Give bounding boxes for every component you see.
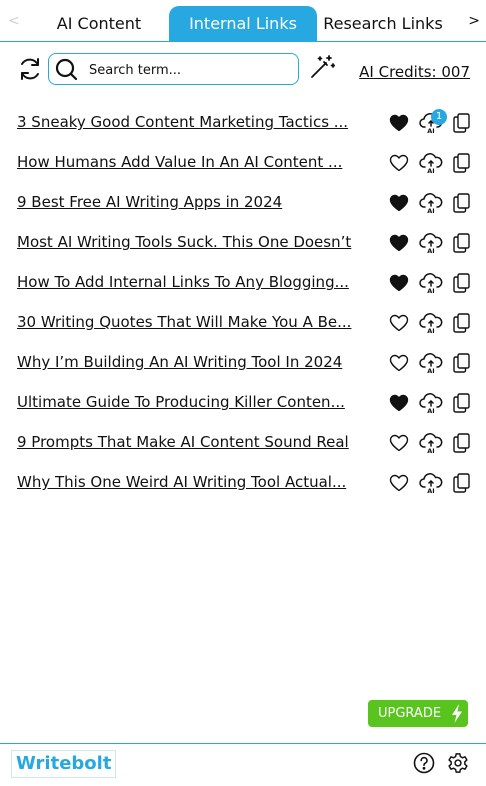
search-box	[48, 53, 299, 85]
notification-badge: 1	[431, 109, 447, 125]
writebolt-logo: Writebolt	[11, 750, 117, 778]
link-title[interactable]: 9 Prompts That Make AI Content Sound Rea…	[17, 433, 367, 451]
heart-icon[interactable]	[389, 234, 409, 252]
copy-icon[interactable]	[453, 473, 470, 493]
copy-icon[interactable]	[453, 433, 470, 453]
ai-cloud-upload-icon[interactable]: AI	[419, 432, 443, 454]
link-title[interactable]: Why I’m Building An AI Writing Tool In 2…	[17, 353, 367, 371]
svg-text:AI: AI	[427, 487, 434, 494]
tab-research-links[interactable]: Research Links	[322, 6, 444, 42]
list-item: 30 Writing Quotes That Will Make You A B…	[0, 304, 486, 344]
copy-icon[interactable]	[453, 313, 470, 333]
list-item: Most AI Writing Tools Suck. This One Doe…	[0, 224, 486, 264]
copy-icon[interactable]	[453, 113, 470, 133]
heart-icon[interactable]	[389, 154, 409, 172]
refresh-icon[interactable]	[17, 56, 43, 82]
link-title[interactable]: Most AI Writing Tools Suck. This One Doe…	[17, 233, 367, 251]
copy-icon[interactable]	[453, 193, 470, 213]
copy-icon[interactable]	[453, 353, 470, 373]
tab-ai-content[interactable]: AI Content	[50, 6, 148, 42]
upgrade-button[interactable]: UPGRADE	[368, 700, 468, 727]
heart-icon[interactable]	[389, 394, 409, 412]
copy-icon[interactable]	[453, 233, 470, 253]
ai-cloud-upload-icon[interactable]: AI	[419, 152, 443, 174]
search-icon	[55, 58, 78, 81]
footer: Writebolt	[0, 743, 486, 786]
link-title[interactable]: 30 Writing Quotes That Will Make You A B…	[17, 313, 367, 331]
tab-next-arrow[interactable]: >	[468, 13, 480, 29]
toolbar: AI Credits: 007	[0, 52, 486, 88]
ai-cloud-upload-icon[interactable]: AI	[419, 312, 443, 334]
link-title[interactable]: How To Add Internal Links To Any Bloggin…	[17, 273, 367, 291]
search-input[interactable]	[89, 59, 289, 81]
link-title[interactable]: Why This One Weird AI Writing Tool Actua…	[17, 473, 367, 491]
ai-credits-link[interactable]: AI Credits: 007	[359, 63, 470, 81]
list-item: 9 Prompts That Make AI Content Sound Rea…	[0, 424, 486, 464]
list-item: 9 Best Free AI Writing Apps in 2024 AI	[0, 184, 486, 224]
heart-icon[interactable]	[389, 114, 409, 132]
heart-icon[interactable]	[389, 274, 409, 292]
heart-icon[interactable]	[389, 194, 409, 212]
ai-cloud-upload-icon[interactable]: AI	[419, 192, 443, 214]
heart-icon[interactable]	[389, 434, 409, 452]
list-item: How Humans Add Value In An AI Content ..…	[0, 144, 486, 184]
list-item: Ultimate Guide To Producing Killer Conte…	[0, 384, 486, 424]
list-item: 3 Sneaky Good Content Marketing Tactics …	[0, 104, 486, 144]
svg-text:AI: AI	[427, 247, 434, 254]
lightning-bolt-icon	[452, 704, 462, 723]
ai-cloud-upload-icon[interactable]: AI	[419, 352, 443, 374]
ai-cloud-upload-icon[interactable]: AI	[419, 392, 443, 414]
tab-bar: < AI Content Internal Links Research Lin…	[0, 0, 486, 42]
heart-icon[interactable]	[389, 354, 409, 372]
tab-prev-arrow[interactable]: <	[8, 13, 20, 29]
list-item: How To Add Internal Links To Any Bloggin…	[0, 264, 486, 304]
link-title[interactable]: 9 Best Free AI Writing Apps in 2024	[17, 193, 367, 211]
copy-icon[interactable]	[453, 273, 470, 293]
upgrade-label: UPGRADE	[378, 706, 442, 721]
heart-icon[interactable]	[389, 474, 409, 492]
svg-text:AI: AI	[427, 407, 434, 414]
link-title[interactable]: Ultimate Guide To Producing Killer Conte…	[17, 393, 367, 411]
list-item: Why I’m Building An AI Writing Tool In 2…	[0, 344, 486, 384]
svg-text:AI: AI	[427, 207, 434, 214]
svg-text:AI: AI	[427, 367, 434, 374]
ai-cloud-upload-icon[interactable]: AI	[419, 272, 443, 294]
ai-cloud-upload-icon[interactable]: AI	[419, 472, 443, 494]
list-item: Why This One Weird AI Writing Tool Actua…	[0, 464, 486, 504]
link-title[interactable]: 3 Sneaky Good Content Marketing Tactics …	[17, 113, 367, 131]
link-title[interactable]: How Humans Add Value In An AI Content ..…	[17, 153, 367, 171]
help-icon[interactable]	[413, 752, 435, 774]
copy-icon[interactable]	[453, 393, 470, 413]
heart-icon[interactable]	[389, 314, 409, 332]
svg-text:AI: AI	[427, 327, 434, 334]
svg-text:AI: AI	[427, 127, 434, 134]
magic-wand-icon[interactable]	[309, 54, 335, 80]
gear-icon[interactable]	[447, 752, 469, 774]
svg-text:AI: AI	[427, 447, 434, 454]
svg-text:AI: AI	[427, 287, 434, 294]
tab-internal-links[interactable]: Internal Links	[169, 6, 317, 42]
ai-cloud-upload-icon[interactable]: AI	[419, 232, 443, 254]
svg-text:AI: AI	[427, 167, 434, 174]
copy-icon[interactable]	[453, 153, 470, 173]
